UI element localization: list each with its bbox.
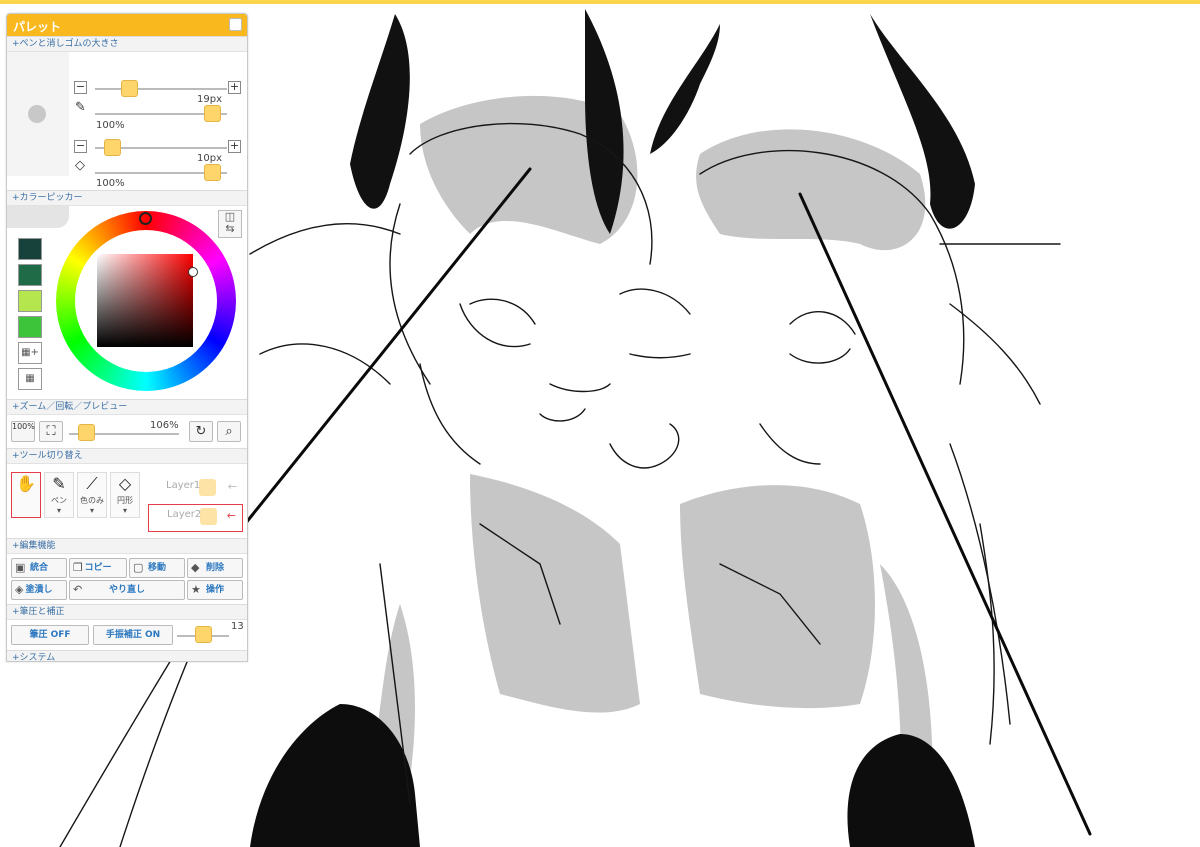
layer-1-lock-icon bbox=[199, 479, 216, 496]
section-pen-size[interactable]: +ペンと消しゴムの大きさ bbox=[7, 36, 247, 52]
fill-label: 塗潰し bbox=[25, 585, 53, 595]
pressure-panel: 筆圧 OFF 手振補正 ON 13 bbox=[7, 620, 247, 650]
eraser-size-increase-button[interactable]: + bbox=[228, 140, 241, 153]
tool-color-label: 色のみ bbox=[80, 496, 104, 505]
merge-icon: ▣ bbox=[15, 561, 26, 574]
dropper-icon: ⟋ bbox=[86, 474, 98, 493]
section-tool-switch[interactable]: +ツール切り替え bbox=[7, 448, 247, 464]
swap-colors-icon[interactable]: ◫ ⇆ bbox=[218, 210, 242, 238]
move-button[interactable]: ▢ 移動 bbox=[129, 558, 185, 578]
pen-size-slider-track[interactable] bbox=[95, 88, 227, 90]
section-zoom[interactable]: +ズーム／回転／プレビュー bbox=[7, 399, 247, 415]
copy-button[interactable]: ❐ コピー bbox=[69, 558, 127, 578]
tool-pen[interactable]: ✎ ペン ▾ bbox=[44, 472, 74, 518]
chevron-down-icon: ▾ bbox=[56, 506, 61, 515]
current-color-tab bbox=[7, 206, 69, 228]
delete-label: 削除 bbox=[205, 563, 224, 573]
eraser-opacity-value: 100% bbox=[96, 178, 125, 189]
color-swatch-1[interactable] bbox=[18, 238, 42, 260]
eraser-opacity-slider-knob[interactable] bbox=[204, 164, 221, 181]
layer-2-label: Layer2 bbox=[167, 509, 202, 520]
stabilizer-value: 13 bbox=[231, 621, 244, 632]
move-label: 移動 bbox=[147, 563, 166, 573]
pen-size-increase-button[interactable]: + bbox=[228, 81, 241, 94]
redo-icon: ↶ bbox=[73, 583, 83, 596]
minimize-button[interactable] bbox=[229, 18, 242, 31]
stabilizer-slider-knob[interactable] bbox=[195, 626, 212, 643]
bucket-icon: ◈ bbox=[15, 583, 24, 596]
color-swatch-2[interactable] bbox=[18, 264, 42, 286]
pen-size-slider-knob[interactable] bbox=[121, 80, 138, 97]
pen-opacity-slider-knob[interactable] bbox=[204, 105, 221, 122]
brush-preview bbox=[7, 52, 69, 176]
palette-panel: パレット +ペンと消しゴムの大きさ − + 19px ✎ 100% − + 10… bbox=[6, 13, 248, 662]
eraser-size-value: 10px bbox=[197, 153, 222, 164]
tool-hand[interactable]: ✋ bbox=[11, 472, 41, 518]
zoom-100-button[interactable]: 100% bbox=[11, 421, 35, 442]
fit-screen-icon[interactable]: ⛶ bbox=[39, 421, 63, 442]
pencil-icon: ✎ bbox=[75, 100, 86, 115]
operation-button[interactable]: ★ 操作 bbox=[187, 580, 243, 600]
arrow-left-icon: ← bbox=[227, 480, 237, 493]
color-picker: ▦+ ▦ ◫ ⇆ bbox=[7, 206, 247, 399]
hue-handle[interactable] bbox=[139, 212, 152, 225]
copy-icon: ❐ bbox=[73, 561, 83, 574]
delete-icon: ◆ bbox=[191, 561, 200, 574]
saturation-value-box[interactable] bbox=[97, 254, 193, 347]
move-icon: ▢ bbox=[133, 561, 144, 574]
copy-label: コピー bbox=[84, 563, 112, 573]
section-edit[interactable]: +編集機能 bbox=[7, 538, 247, 554]
section-pressure[interactable]: +筆圧と補正 bbox=[7, 604, 247, 620]
section-system[interactable]: +システム bbox=[7, 650, 247, 661]
edit-panel: ▣ 統合 ❐ コピー ▢ 移動 ◆ 削除 ◈ 塗潰し ↶ やり直し ★ 操作 bbox=[7, 554, 247, 604]
layer-1-label: Layer1 bbox=[166, 480, 201, 491]
merge-button[interactable]: ▣ 統合 bbox=[11, 558, 67, 578]
color-swatch-4[interactable] bbox=[18, 316, 42, 338]
star-icon: ★ bbox=[191, 583, 201, 596]
pen-pressure-toggle[interactable]: 筆圧 OFF bbox=[11, 625, 89, 645]
delete-button[interactable]: ◆ 削除 bbox=[187, 558, 243, 578]
palette-titlebar[interactable]: パレット bbox=[7, 14, 247, 36]
arrow-left-icon: ← bbox=[226, 509, 236, 522]
redo-label: やり直し bbox=[108, 585, 145, 595]
tool-switch-panel: ✋ ✎ ペン ▾ ⟋ 色のみ ▾ ◇ 円形 ▾ Layer1 ← Layer2 ← bbox=[7, 464, 247, 538]
rotate-icon[interactable]: ↻ bbox=[189, 421, 213, 442]
operation-label: 操作 bbox=[205, 585, 224, 595]
zoom-panel: 100% ⛶ 106% ↻ ⌕ bbox=[7, 415, 247, 448]
merge-label: 統合 bbox=[29, 563, 48, 573]
swatch-manage-icon[interactable]: ▦ bbox=[18, 368, 42, 390]
add-swatch-icon[interactable]: ▦+ bbox=[18, 342, 42, 364]
brush-preview-dot bbox=[28, 105, 46, 123]
sv-handle[interactable] bbox=[188, 267, 198, 277]
zoom-slider-knob[interactable] bbox=[78, 424, 95, 441]
hand-icon: ✋ bbox=[16, 474, 36, 493]
section-color-picker[interactable]: +カラーピッカー bbox=[7, 190, 247, 206]
pen-size-value: 19px bbox=[197, 94, 222, 105]
preview-search-icon[interactable]: ⌕ bbox=[217, 421, 241, 442]
chevron-down-icon: ▾ bbox=[89, 506, 94, 515]
color-swatch-3[interactable] bbox=[18, 290, 42, 312]
eraser-size-slider-knob[interactable] bbox=[104, 139, 121, 156]
layer-2-lock-icon bbox=[200, 508, 217, 525]
stabilizer-toggle[interactable]: 手振補正 ON bbox=[93, 625, 173, 645]
tool-color[interactable]: ⟋ 色のみ ▾ bbox=[77, 472, 107, 518]
zoom-value: 106% bbox=[150, 420, 179, 431]
eraser-icon: ◇ bbox=[75, 158, 85, 173]
tool-eraser[interactable]: ◇ 円形 ▾ bbox=[110, 472, 140, 518]
pen-size-panel: − + 19px ✎ 100% − + 10px ◇ 100% bbox=[7, 52, 247, 189]
chevron-down-icon: ▾ bbox=[122, 506, 127, 515]
tool-eraser-label: 円形 bbox=[117, 496, 133, 505]
eraser-icon: ◇ bbox=[118, 474, 132, 493]
pen-icon: ✎ bbox=[52, 474, 66, 493]
fill-button[interactable]: ◈ 塗潰し bbox=[11, 580, 67, 600]
eraser-size-decrease-button[interactable]: − bbox=[74, 140, 87, 153]
tool-pen-label: ペン bbox=[51, 496, 67, 505]
layer-2-button[interactable]: Layer2 ← bbox=[148, 504, 243, 532]
pen-size-decrease-button[interactable]: − bbox=[74, 81, 87, 94]
pen-opacity-value: 100% bbox=[96, 120, 125, 131]
layer-1-button[interactable]: Layer1 ← bbox=[148, 476, 243, 500]
redo-button[interactable]: ↶ やり直し bbox=[69, 580, 185, 600]
palette-title: パレット bbox=[13, 20, 62, 34]
